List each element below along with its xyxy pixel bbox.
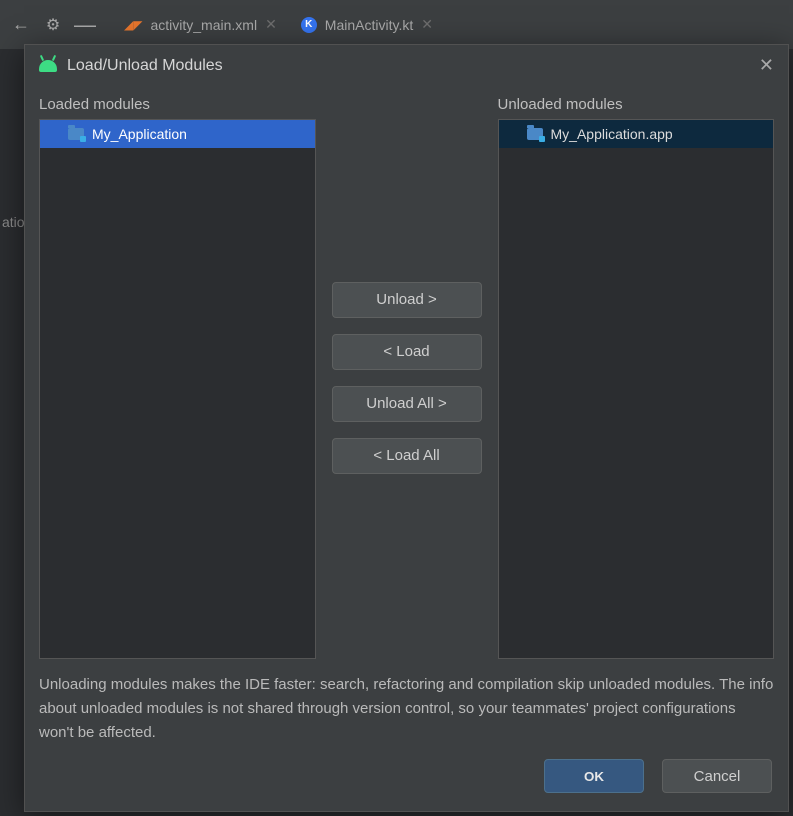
list-item[interactable]: My_Application	[40, 120, 315, 148]
cancel-button[interactable]: Cancel	[662, 759, 772, 793]
top-toolbar: ← ⚙ — ◢◤ activity_main.xml ✕ K MainActiv…	[0, 0, 793, 50]
load-all-button[interactable]: < Load All	[332, 438, 482, 474]
close-icon[interactable]: ✕	[265, 16, 277, 33]
tab-label: activity_main.xml	[150, 17, 257, 33]
minimize-icon[interactable]: —	[72, 12, 98, 38]
unload-all-button[interactable]: Unload All >	[332, 386, 482, 422]
unloaded-modules-label: Unloaded modules	[498, 96, 775, 113]
list-item-label: My_Application	[92, 126, 187, 142]
list-item[interactable]: My_Application.app	[499, 120, 774, 148]
unloaded-modules-pane: Unloaded modules My_Application.app	[498, 96, 775, 659]
list-item-label: My_Application.app	[551, 126, 673, 142]
tab-mainactivity-kt[interactable]: K MainActivity.kt ✕	[289, 0, 445, 49]
editor-tabs: ◢◤ activity_main.xml ✕ K MainActivity.kt…	[112, 0, 445, 49]
android-icon	[39, 60, 57, 72]
transfer-controls: Unload > < Load Unload All > < Load All	[332, 96, 482, 659]
dialog-title: Load/Unload Modules	[39, 57, 223, 75]
tab-activity-main-xml[interactable]: ◢◤ activity_main.xml ✕	[112, 0, 289, 49]
dialog-title-text: Load/Unload Modules	[67, 57, 223, 75]
loaded-modules-label: Loaded modules	[39, 96, 316, 113]
unloaded-modules-list[interactable]: My_Application.app	[498, 119, 775, 659]
module-panes: Loaded modules My_Application Unload > <…	[39, 96, 774, 659]
truncated-side-label: atio	[0, 210, 27, 234]
module-folder-icon	[68, 128, 84, 140]
help-text: Unloading modules makes the IDE faster: …	[39, 673, 774, 745]
back-icon[interactable]: ←	[8, 12, 34, 38]
close-icon[interactable]: ✕	[421, 16, 433, 33]
dialog-header: Load/Unload Modules ✕	[25, 45, 788, 86]
ok-button[interactable]: OK	[544, 759, 644, 793]
tab-label: MainActivity.kt	[325, 17, 413, 33]
settings-icon[interactable]: ⚙	[40, 12, 66, 38]
close-dialog-button[interactable]: ✕	[759, 55, 774, 76]
xml-file-icon: ◢◤	[124, 18, 142, 32]
dialog-body: Loaded modules My_Application Unload > <…	[25, 86, 788, 745]
load-button[interactable]: < Load	[332, 334, 482, 370]
dialog-footer: OK Cancel	[25, 745, 788, 811]
loaded-modules-pane: Loaded modules My_Application	[39, 96, 316, 659]
unload-button[interactable]: Unload >	[332, 282, 482, 318]
module-folder-icon	[527, 128, 543, 140]
load-unload-modules-dialog: Load/Unload Modules ✕ Loaded modules My_…	[24, 44, 789, 812]
kotlin-file-icon: K	[301, 17, 317, 33]
loaded-modules-list[interactable]: My_Application	[39, 119, 316, 659]
